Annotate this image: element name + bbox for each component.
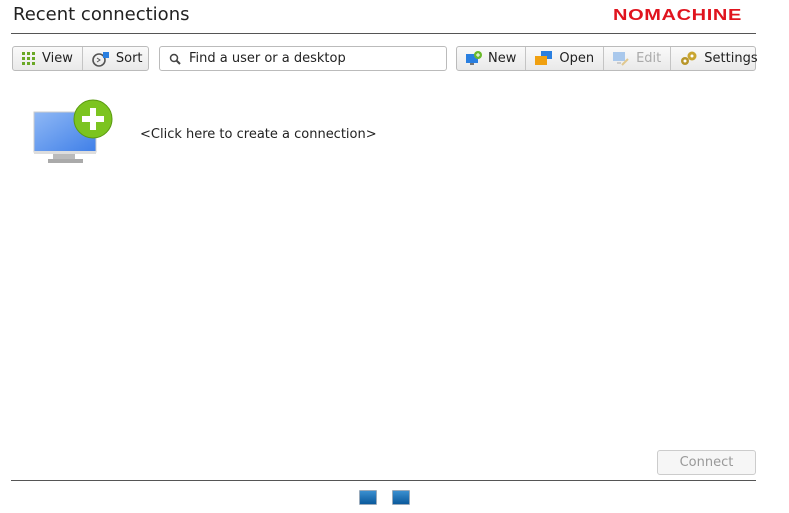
sort-label: Sort (115, 51, 143, 66)
create-connection-link[interactable]: <Click here to create a connection> (140, 127, 377, 142)
new-button[interactable]: New (457, 47, 527, 70)
new-connection-icon[interactable] (33, 98, 115, 168)
new-label: New (488, 51, 517, 66)
edit-label: Edit (636, 51, 662, 66)
view-sort-group: View Sort (12, 46, 149, 71)
connect-button[interactable]: Connect (657, 450, 756, 475)
gears-icon (681, 51, 697, 65)
search-field[interactable] (159, 46, 447, 71)
edit-monitor-icon (613, 52, 629, 66)
grid-icon (22, 51, 35, 65)
view-label: View (42, 51, 73, 66)
sort-icon (92, 51, 109, 67)
open-button[interactable]: Open (526, 47, 605, 70)
minimize-window-icon[interactable] (392, 490, 410, 505)
page-title: Recent connections (13, 4, 190, 25)
view-button[interactable]: View (13, 47, 83, 70)
sort-button[interactable]: Sort (83, 47, 152, 70)
new-monitor-icon (466, 51, 482, 65)
settings-label: Settings (704, 51, 758, 66)
nomachine-logo: NOMACHINE (613, 7, 742, 24)
fullscreen-icon[interactable] (359, 490, 377, 505)
search-icon (169, 53, 181, 65)
header-divider (11, 33, 756, 34)
settings-button[interactable]: Settings (671, 47, 766, 70)
footer-divider (11, 480, 756, 481)
folder-monitor-icon (535, 51, 553, 65)
edit-button[interactable]: Edit (604, 47, 672, 70)
search-input[interactable] (189, 51, 429, 66)
open-label: Open (559, 51, 595, 66)
actions-group: New Open Edit Settings (456, 46, 758, 71)
